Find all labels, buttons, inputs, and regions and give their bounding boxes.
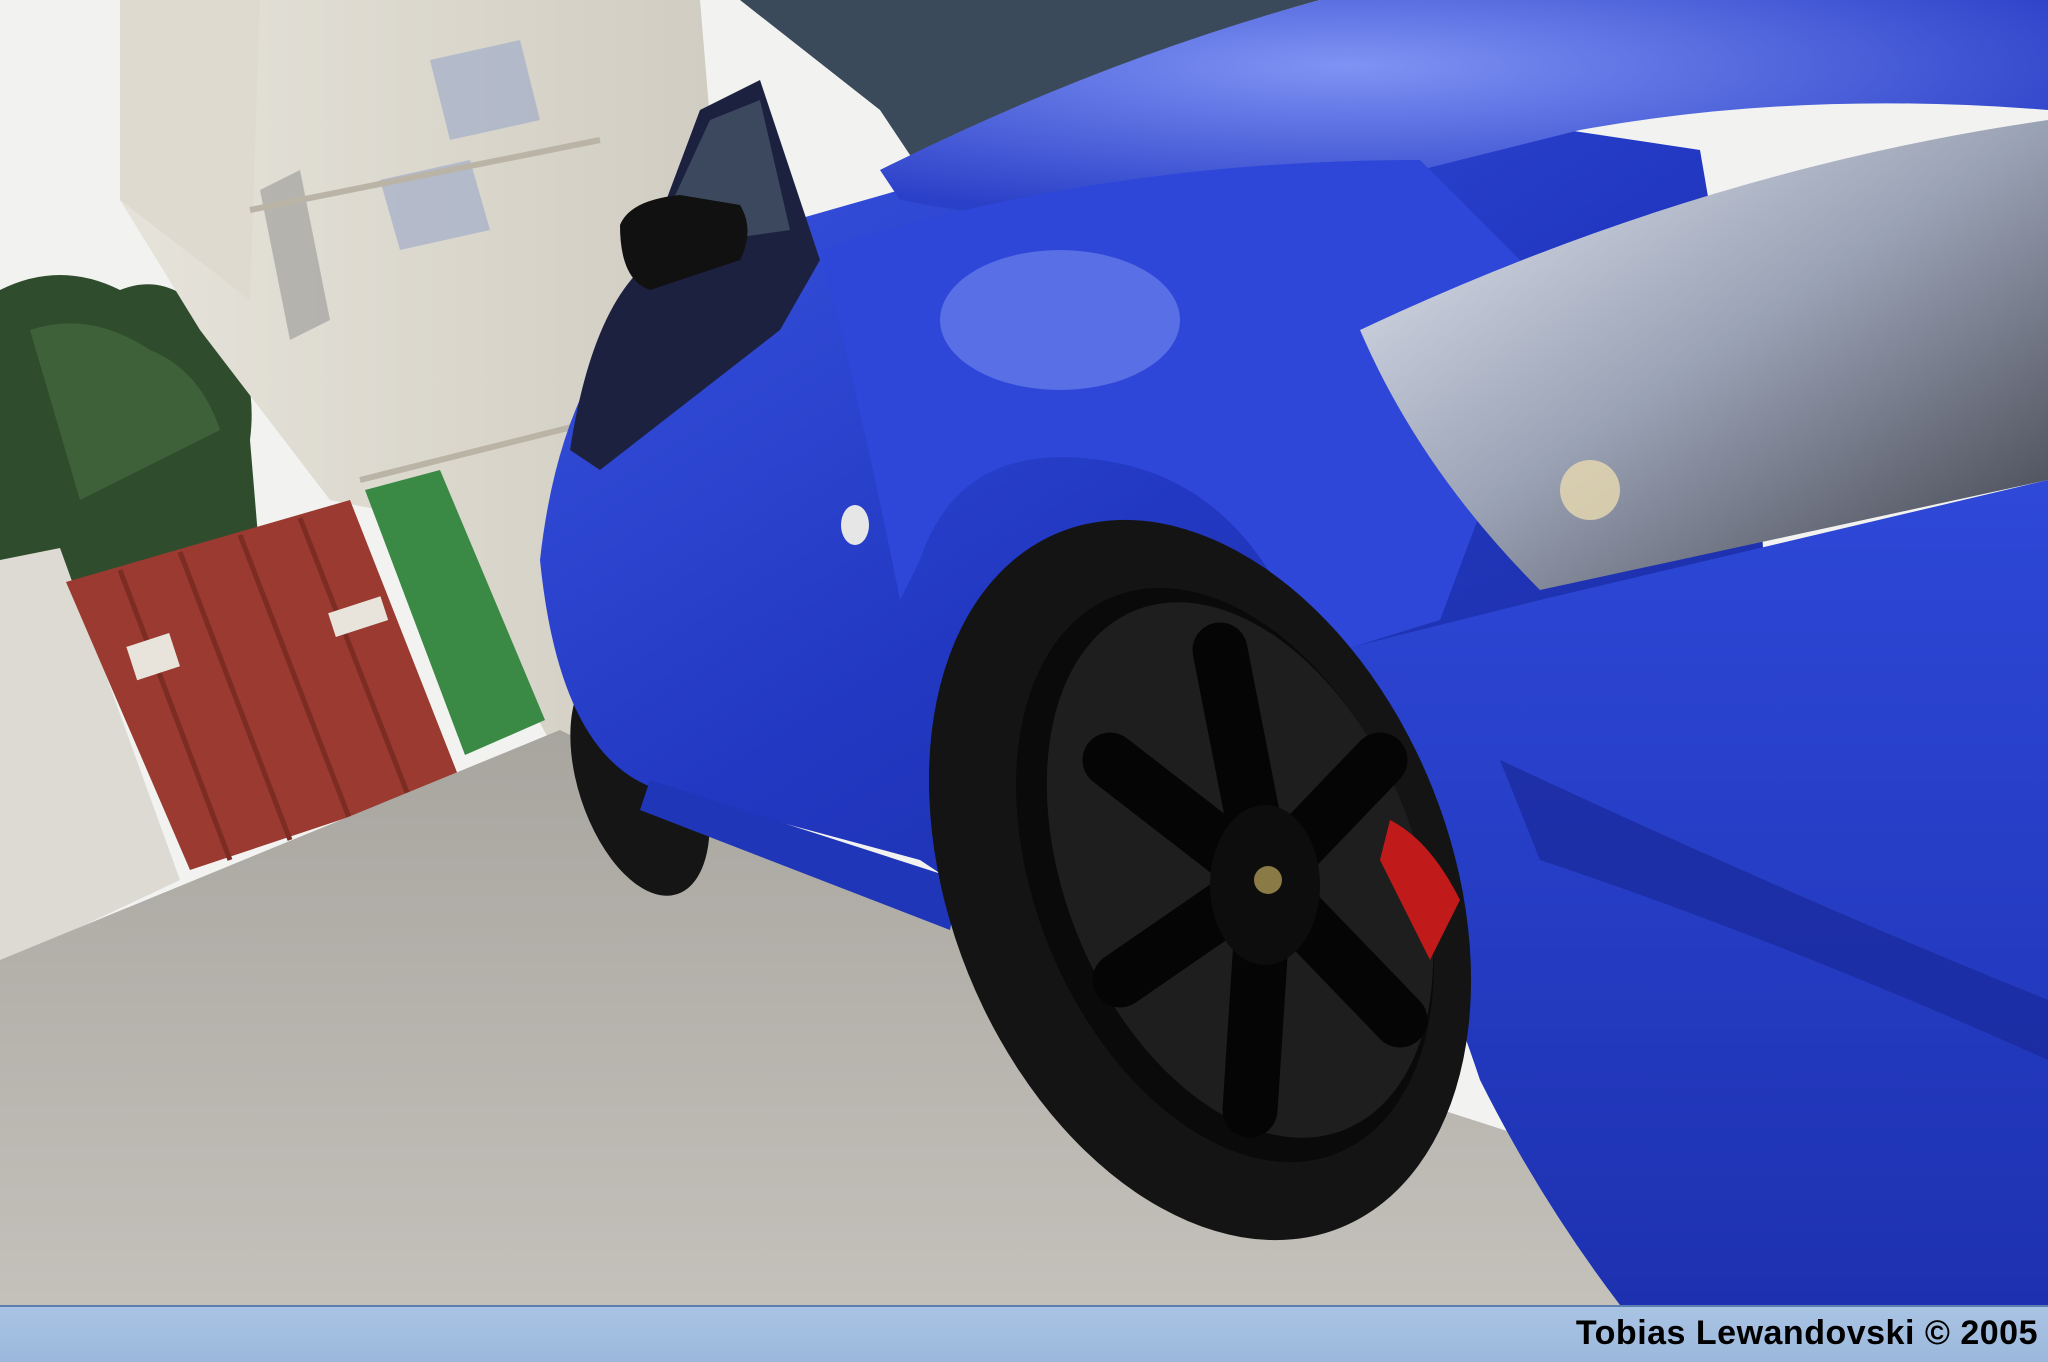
car-photo <box>0 0 2048 1305</box>
side-marker <box>841 505 869 545</box>
caption-bar: Tobias Lewandovski © 2005 <box>0 1305 2048 1362</box>
photo-credit: Tobias Lewandovski © 2005 <box>1575 1314 2038 1352</box>
photo-frame: Tobias Lewandovski © 2005 <box>0 0 2048 1362</box>
